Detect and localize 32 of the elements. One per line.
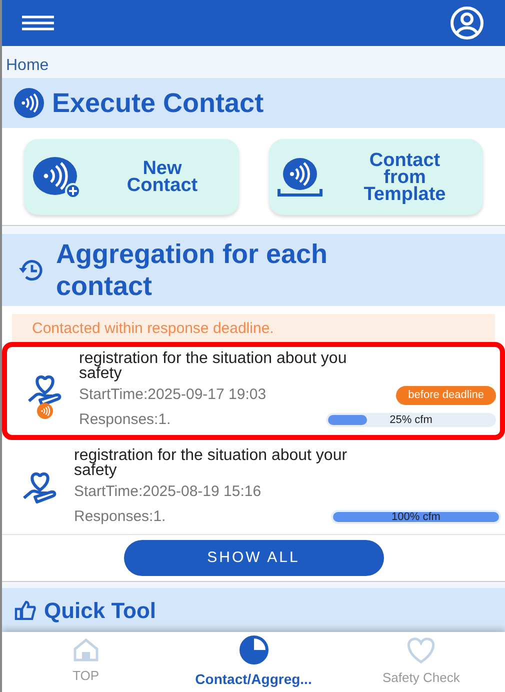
item-title: safety [74, 463, 117, 478]
status-badge: before deadline [396, 386, 496, 404]
signal-plus-icon [32, 155, 82, 199]
menu-icon[interactable] [22, 15, 54, 31]
responses-count: Responses:1. [74, 506, 166, 526]
section-title: Quick Tool [44, 596, 156, 624]
home-icon [72, 638, 99, 662]
signal-icon [14, 88, 44, 118]
progress-label: 100% cfm [390, 510, 442, 524]
contact-action-button[interactable]: New Contact [24, 139, 238, 215]
start-time: StartTime:2025-09-17 19:03 [79, 385, 266, 405]
start-time: StartTime:2025-08-19 15:16 [74, 482, 262, 502]
item-title: registration for the situation about you [79, 351, 348, 366]
signal-tray-icon [276, 155, 322, 199]
section-title: Execute Contact [52, 86, 264, 120]
contact-action-button[interactable]: Contact from Template [268, 139, 483, 215]
hand-heart-icon [21, 470, 59, 506]
show-all-button[interactable]: SHOW ALL [124, 540, 384, 576]
item-title: registration for the situation about your [74, 448, 348, 463]
responses-count: Responses:1. [79, 410, 171, 430]
contact-list-item[interactable]: registration for the situation about you safety StartTime:2025-09-17 19:03 before deadline Responses:1. 25% cfm [2, 342, 505, 440]
pie-chart-icon [238, 634, 268, 664]
item-title: safety [79, 366, 122, 381]
notice-banner: Contacted within response deadline. [12, 314, 495, 344]
hand-icon [14, 600, 36, 620]
account-icon[interactable] [449, 5, 485, 41]
history-icon [18, 257, 44, 283]
progress-label: 25% cfm [388, 412, 434, 427]
breadcrumb-link[interactable]: Home [6, 57, 49, 74]
section-title: Aggregation for each contact [56, 238, 329, 302]
contact-list-item[interactable]: registration for the situation about your safety StartTime:2025-08-19 15:16 Responses:1. 100% cfm [2, 442, 505, 535]
nav-tab[interactable]: Contact/Aggreg... [170, 632, 338, 692]
